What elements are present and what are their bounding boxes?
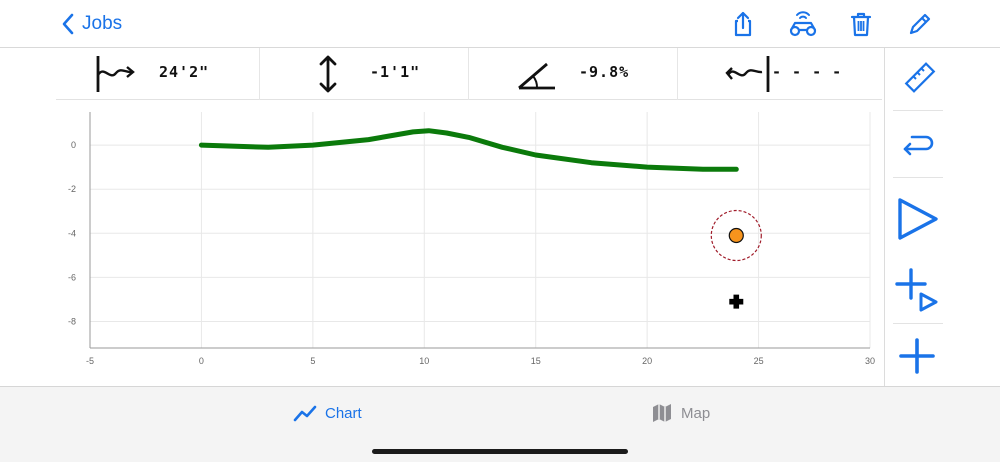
tab-chart-label: Chart bbox=[325, 404, 362, 422]
y-tick-label: -6 bbox=[68, 272, 76, 282]
tab-map-label: Map bbox=[681, 404, 711, 422]
current-position-marker[interactable] bbox=[728, 227, 744, 244]
edit-button[interactable] bbox=[904, 10, 934, 38]
line-chart-icon bbox=[293, 405, 317, 422]
chevron-left-icon bbox=[62, 13, 74, 35]
x-tick-label: 0 bbox=[199, 356, 204, 366]
share-icon bbox=[734, 11, 752, 37]
return-arrow-icon bbox=[903, 135, 934, 156]
y-tick-label: -8 bbox=[68, 317, 76, 327]
profile-chart-svg[interactable]: -5 0 5 10 15 20 25 30 0 -2 -4 -6 -8 bbox=[0, 100, 884, 385]
play-icon bbox=[898, 198, 938, 240]
vertical-distance-icon bbox=[319, 55, 337, 93]
home-indicator bbox=[372, 449, 628, 454]
x-tick-label: 25 bbox=[754, 356, 764, 366]
back-label: Jobs bbox=[82, 13, 123, 34]
back-button[interactable]: Jobs bbox=[58, 10, 122, 38]
tab-bar: Chart Map bbox=[0, 386, 1000, 462]
profile-chart[interactable]: -5 0 5 10 15 20 25 30 0 -2 -4 -6 -8 bbox=[0, 100, 884, 385]
delete-button[interactable] bbox=[846, 10, 876, 38]
horizontal-distance-cell: 24'2" bbox=[56, 48, 259, 100]
measurement-bar: 24'2" -1'1" -9.8% - - - - bbox=[56, 48, 882, 100]
x-tick-label: 10 bbox=[419, 356, 429, 366]
grade-angle-icon bbox=[518, 62, 555, 90]
remaining-distance-value: - - - - bbox=[772, 63, 843, 81]
add-and-play-tool-button[interactable] bbox=[885, 258, 1000, 322]
play-tool-button[interactable] bbox=[885, 178, 1000, 258]
remaining-distance-icon bbox=[725, 56, 770, 92]
tool-panel bbox=[884, 48, 1000, 386]
add-and-play-icon bbox=[895, 268, 938, 312]
navigation-bar: Jobs bbox=[0, 0, 1000, 48]
map-icon bbox=[653, 404, 671, 422]
profile-line bbox=[198, 128, 739, 172]
x-tick-label: 20 bbox=[642, 356, 652, 366]
y-tick-label: -2 bbox=[68, 184, 76, 194]
grade-angle-value: -9.8% bbox=[579, 63, 630, 81]
horizontal-distance-icon bbox=[96, 56, 135, 92]
add-tool-button[interactable] bbox=[885, 324, 1000, 386]
y-tick-label: 0 bbox=[71, 140, 76, 150]
x-tick-label: 30 bbox=[865, 356, 875, 366]
vertical-distance-cell: -1'1" bbox=[259, 48, 468, 100]
vehicle-button[interactable] bbox=[786, 10, 820, 38]
remaining-distance-cell: - - - - bbox=[677, 48, 882, 100]
add-icon bbox=[899, 338, 935, 374]
y-tick-label: -4 bbox=[68, 228, 76, 238]
horizontal-distance-value: 24'2" bbox=[159, 63, 210, 81]
vertical-distance-value: -1'1" bbox=[370, 63, 421, 81]
x-tick-label: 15 bbox=[531, 356, 541, 366]
vehicle-signal-icon bbox=[789, 11, 817, 37]
tab-map[interactable]: Map bbox=[651, 401, 710, 425]
measure-tool-button[interactable] bbox=[885, 48, 1000, 110]
return-tool-button[interactable] bbox=[885, 111, 1000, 177]
target-cross-marker[interactable] bbox=[729, 294, 744, 309]
pencil-icon bbox=[909, 13, 931, 35]
tab-chart[interactable]: Chart bbox=[293, 401, 362, 425]
x-tick-label: -5 bbox=[86, 356, 94, 366]
grade-angle-cell: -9.8% bbox=[468, 48, 677, 100]
share-button[interactable] bbox=[728, 10, 758, 38]
trash-icon bbox=[850, 12, 872, 37]
x-tick-label: 5 bbox=[310, 356, 315, 366]
ruler-icon bbox=[904, 62, 936, 93]
